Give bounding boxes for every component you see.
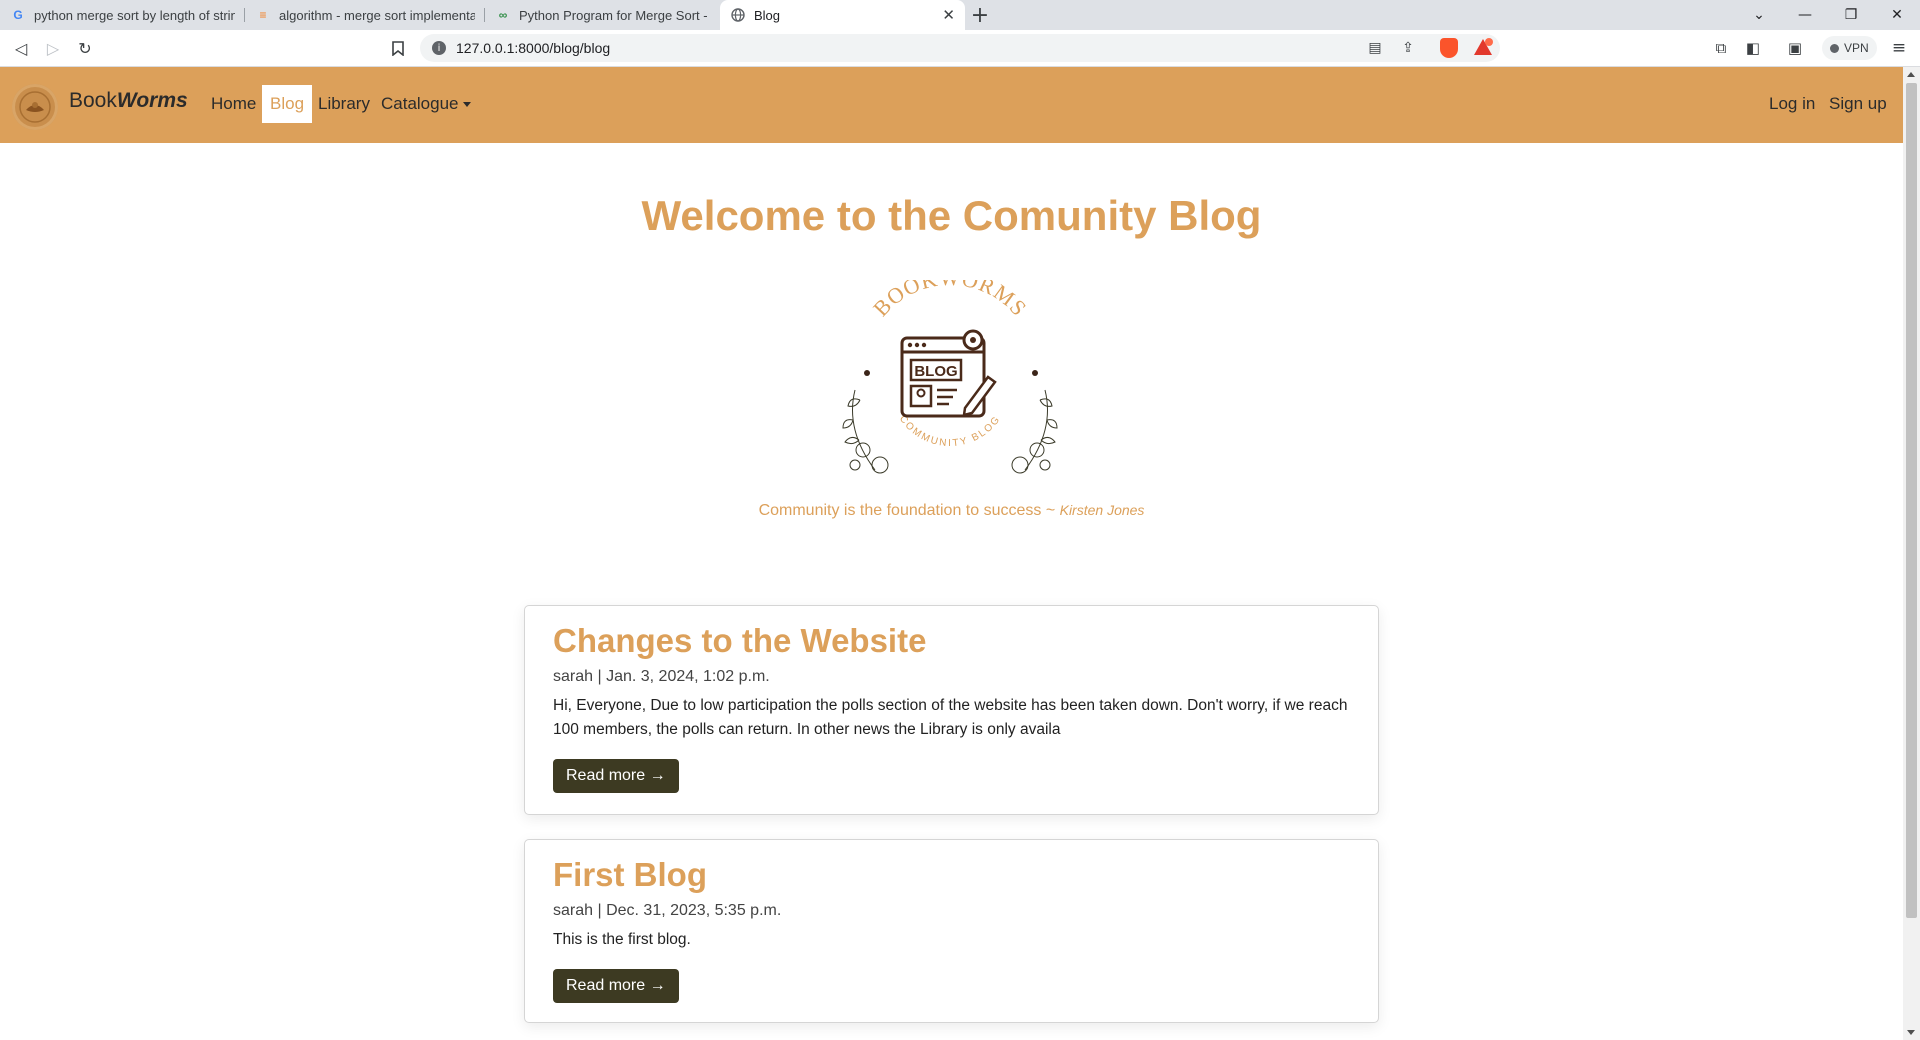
browser-tab-active[interactable]: Blog ✕ [720,0,965,30]
tab-title: Python Program for Merge Sort - Geeks [519,7,710,23]
close-window-icon[interactable]: ✕ [1874,0,1920,30]
address-bar[interactable]: i 127.0.0.1:8000/blog/blog [420,34,1500,62]
nav-catalogue-label: Catalogue [381,94,459,113]
browser-tab[interactable]: ∞ Python Program for Merge Sort - Geeks [485,0,720,30]
window-controls: ⌄ — ❐ ✕ [1736,0,1920,30]
vpn-status-icon [1830,43,1839,53]
hero-quote: Community is the foundation to success ~… [0,502,1903,520]
vpn-label: VPN [1844,41,1869,55]
quote-text: Community is the foundation to success ~ [758,502,1056,519]
signup-link[interactable]: Sign up [1821,85,1895,123]
restore-icon[interactable]: ❐ [1828,0,1874,30]
post-title[interactable]: Changes to the Website [553,622,1350,660]
new-tab-button[interactable]: + [965,0,995,30]
caret-down-icon [462,101,471,107]
stackoverflow-icon: ≡ [259,8,267,22]
scroll-up-arrow-icon[interactable] [1907,72,1915,77]
scrollbar-thumb[interactable] [1906,83,1917,918]
wallet-icon[interactable]: ▣ [1782,35,1808,61]
browser-tab[interactable]: G python merge sort by length of string [0,0,245,30]
extensions-icon[interactable]: ⧉ [1708,35,1734,61]
site-info-icon[interactable]: i [432,41,446,55]
quote-author: Kirsten Jones [1059,502,1145,518]
share-icon[interactable]: ⇪ [1395,35,1421,61]
svg-text:COMMUNITY BLOG: COMMUNITY BLOG [897,414,1003,450]
page-title: Welcome to the Comunity Blog [641,192,1262,239]
community-blog-logo: BOOKWORMS COMMUNITY BLOG BLOG [842,280,1058,474]
nav-blog[interactable]: Blog [262,85,313,123]
brand-logo[interactable] [12,84,58,130]
logo-text-bottom: COMMUNITY BLOG [897,414,1001,450]
svg-text:BOOKWORMS: BOOKWORMS [868,280,1032,321]
tab-title: algorithm - merge sort implementation [279,7,475,23]
page-scrollbar[interactable] [1903,67,1920,1040]
blog-post-card: Changes to the Website sarah | Jan. 3, 2… [524,605,1379,815]
brand-name-plain: Book [69,89,117,112]
bookmark-icon[interactable] [385,35,411,61]
browser-toolbar: ◁ ▷ ↻ i 127.0.0.1:8000/blog/blog ▤ ⇪ ⧉ ◧… [0,30,1920,67]
nav-home[interactable]: Home [203,85,264,123]
post-excerpt: Hi, Everyone, Due to low participation t… [553,697,1348,738]
tab-search-icon[interactable]: ⌄ [1736,0,1782,30]
reload-icon[interactable]: ↻ [72,35,98,61]
brave-rewards-icon[interactable] [1473,38,1493,56]
url-text: 127.0.0.1:8000/blog/blog [456,40,611,56]
brand-name[interactable]: BookWorms [69,89,188,113]
minimize-icon[interactable]: — [1782,0,1828,30]
post-meta: sarah | Jan. 3, 2024, 1:02 p.m. [553,668,770,685]
logo-text-top: BOOKWORMS [868,280,1031,321]
read-more-button[interactable]: Read more → [553,969,679,1003]
blog-post-card: First Blog sarah | Dec. 31, 2023, 5:35 p… [524,839,1379,1023]
vpn-button[interactable]: VPN [1822,36,1877,60]
logo-text-mid: BLOG [914,363,957,380]
scroll-down-arrow-icon[interactable] [1907,1030,1915,1035]
google-icon: G [13,8,23,22]
login-link[interactable]: Log in [1761,85,1823,123]
browser-tab-strip: G python merge sort by length of string … [0,0,1920,30]
menu-icon[interactable]: ≡ [1886,35,1912,61]
geeksforgeeks-icon: ∞ [498,8,508,22]
post-meta: sarah | Dec. 31, 2023, 5:35 p.m. [553,902,782,919]
nav-catalogue-dropdown[interactable]: Catalogue [373,85,479,123]
brand-name-emph: Worms [116,89,188,112]
globe-icon [730,7,746,23]
sidebar-icon[interactable]: ◧ [1740,35,1766,61]
close-tab-icon[interactable]: ✕ [942,6,955,24]
reader-mode-icon[interactable]: ▤ [1362,35,1388,61]
tab-title: python merge sort by length of string [34,7,235,23]
brave-shields-icon[interactable] [1440,38,1458,58]
browser-tab[interactable]: ≡ algorithm - merge sort implementation [245,0,485,30]
nav-library[interactable]: Library [310,85,378,123]
post-excerpt: This is the first blog. [553,931,691,948]
post-title[interactable]: First Blog [553,856,1350,894]
site-navbar: BookWorms Home Blog Library Catalogue Lo… [0,67,1903,143]
read-more-button[interactable]: Read more → [553,759,679,793]
tab-title: Blog [754,7,781,23]
forward-icon[interactable]: ▷ [40,35,66,61]
back-icon[interactable]: ◁ [8,35,34,61]
